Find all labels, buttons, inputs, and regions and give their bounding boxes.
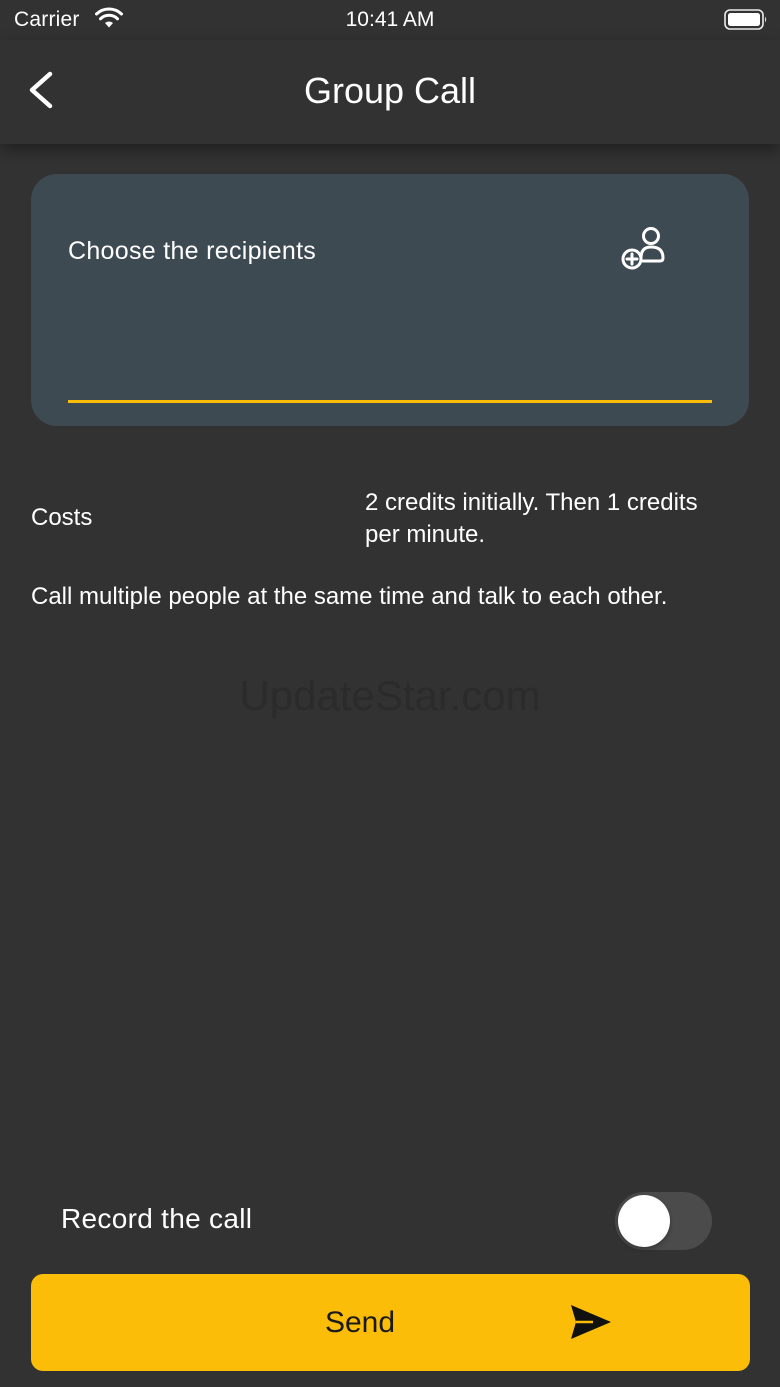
status-bar: Carrier 10:41 AM [0,0,780,40]
costs-label: Costs [31,504,93,531]
send-icon [571,1305,611,1339]
send-button[interactable]: Send [31,1274,750,1371]
status-time: 10:41 AM [345,8,435,31]
record-call-toggle[interactable] [615,1192,712,1250]
toggle-knob [618,1195,670,1247]
recipients-field[interactable]: Choose the recipients [31,174,749,426]
nav-bar: Group Call [0,40,780,144]
recipients-label: Choose the recipients [68,237,317,265]
costs-value: 2 credits initially. Then 1 credits per … [365,489,698,548]
watermark: UpdateStar.com [239,672,541,719]
recipients-underline [68,400,712,403]
page-title: Group Call [303,70,477,111]
add-person-icon[interactable] [619,224,669,270]
record-call-label: Record the call [61,1203,253,1234]
description-text: Call multiple people at the same time an… [31,583,668,610]
battery-icon [724,9,767,30]
